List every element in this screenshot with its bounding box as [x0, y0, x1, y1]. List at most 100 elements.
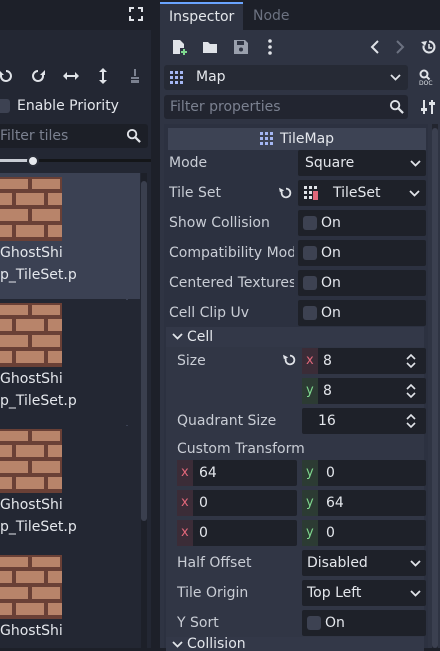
tab-inspector[interactable]: Inspector [160, 2, 244, 30]
tile-filter-input[interactable]: Filter tiles [0, 124, 148, 148]
inspector-scroll-thumb[interactable] [432, 128, 438, 648]
brush-clear-icon [131, 69, 139, 83]
chevron-right-icon [396, 40, 405, 54]
half-offset-dropdown[interactable]: Disabled [302, 550, 426, 576]
quadrant-size-field[interactable]: 16 [302, 408, 426, 434]
property-settings-button[interactable] [421, 99, 435, 115]
tile-thumbnail [0, 555, 62, 619]
tile-list-item-3[interactable]: GhostShi p_TileSet.p [0, 425, 140, 551]
sliders-icon [421, 100, 435, 114]
axis-label: x [181, 495, 189, 510]
transform-xx-field[interactable]: x 64 [177, 460, 297, 486]
tab-node[interactable]: Node [244, 2, 299, 30]
transform-xy-field[interactable]: y 0 [302, 460, 426, 486]
centered-textures-checkbox[interactable]: On [298, 270, 426, 296]
transform-value: 0 [326, 465, 335, 481]
load-resource-button[interactable] [202, 39, 218, 55]
tile-name-line2: p_TileSet.p [0, 393, 77, 409]
object-selector[interactable]: Map [164, 65, 408, 90]
transform-value: 64 [326, 495, 344, 511]
show-collision-checkbox[interactable]: On [298, 210, 426, 236]
tile-name-line2: p_TileSet.p [0, 519, 77, 535]
centered-textures-label: Centered Textures [169, 275, 294, 291]
tilemap-icon [170, 71, 184, 85]
flip-vertical-button[interactable] [91, 62, 115, 90]
filter-properties-input[interactable]: Filter properties [164, 95, 408, 119]
y-sort-checkbox[interactable]: On [302, 610, 426, 636]
flip-horizontal-button[interactable] [59, 62, 83, 90]
zoom-slider-grabber[interactable] [27, 155, 39, 167]
y-sort-value: On [325, 615, 345, 631]
save-resource-button[interactable] [233, 39, 249, 55]
tile-tools-row [0, 62, 151, 90]
zoom-slider[interactable] [0, 155, 151, 167]
revert-icon[interactable] [279, 186, 293, 200]
tileset-icon [304, 186, 318, 200]
tile-list-scrollbar[interactable] [141, 173, 147, 648]
size-x-field[interactable]: x 8 [302, 348, 426, 374]
y-sort-label: Y Sort [177, 615, 219, 631]
revert-icon[interactable] [283, 353, 297, 367]
new-resource-button[interactable] [171, 39, 187, 55]
object-history-button[interactable] [421, 39, 437, 55]
mode-dropdown[interactable]: Square [298, 150, 426, 176]
tile-list-scroll-thumb[interactable] [141, 181, 147, 521]
class-header: TileMap [168, 128, 426, 150]
tile-list-item-4[interactable]: GhostShi [0, 551, 140, 648]
list-separator [126, 299, 128, 300]
collision-section-title: Collision [187, 637, 246, 651]
size-y-value: 8 [323, 383, 332, 399]
more-options-button[interactable] [267, 39, 273, 55]
chevron-down-icon [172, 333, 183, 340]
half-offset-value: Disabled [307, 555, 368, 571]
checkbox-box [303, 246, 317, 260]
transform-oy-field[interactable]: y 0 [302, 520, 426, 546]
transform-yx-field[interactable]: x 0 [177, 490, 297, 516]
search-icon [126, 128, 141, 143]
cell-section-header[interactable]: Cell [166, 327, 424, 347]
fullscreen-icon[interactable] [128, 6, 144, 22]
quadrant-size-label: Quadrant Size [177, 413, 277, 429]
tile-filter-placeholder: Filter tiles [0, 128, 69, 144]
history-back-button[interactable] [370, 40, 380, 54]
transform-ox-field[interactable]: x 0 [177, 520, 297, 546]
tile-origin-dropdown[interactable]: Top Left [302, 580, 426, 606]
chevron-down-icon [410, 560, 421, 567]
rotate-left-icon [0, 70, 12, 82]
open-docs-button[interactable]: DOC [419, 68, 437, 86]
tilemap-icon [260, 132, 274, 146]
search-icon [389, 99, 404, 114]
cell-clip-uv-checkbox[interactable]: On [298, 300, 426, 326]
save-icon [234, 40, 248, 54]
inspector-scrollbar[interactable] [432, 124, 438, 648]
folder-icon [203, 42, 217, 53]
tileset-resource-picker[interactable]: TileSet [298, 180, 426, 206]
centered-textures-value: On [321, 275, 341, 291]
axis-label: y [306, 495, 314, 510]
collision-section-header[interactable]: Collision [166, 637, 424, 651]
cell-clip-uv-label: Cell Clip Uv [169, 305, 250, 321]
tileset-palette-panel: Enable Priority Filter tiles GhostShi p_… [0, 0, 151, 648]
compat-mode-checkbox[interactable]: On [298, 240, 426, 266]
enable-priority-toggle[interactable]: Enable Priority [0, 96, 151, 116]
checkbox-box [307, 616, 321, 630]
enable-priority-checkbox[interactable] [0, 99, 10, 113]
tile-origin-value: Top Left [307, 585, 362, 601]
size-y-field[interactable]: y 8 [302, 378, 426, 404]
class-header-label: TileMap [280, 131, 335, 147]
compat-mode-label: Compatibility Mod [169, 245, 294, 261]
chevron-down-icon [409, 190, 420, 197]
dock-tab-bar: Inspector Node [160, 0, 440, 30]
tile-name-line1: GhostShi [0, 245, 63, 261]
rotate-left-button[interactable] [0, 62, 18, 90]
tile-list-item-2[interactable]: GhostShi p_TileSet.p [0, 299, 140, 425]
tile-thumbnail [0, 429, 62, 493]
mode-label: Mode [169, 155, 208, 171]
transform-value: 0 [199, 495, 208, 511]
clear-transform-button[interactable] [123, 62, 147, 90]
tile-list-item-1[interactable]: GhostShi p_TileSet.p [0, 173, 140, 299]
checkbox-box [303, 216, 317, 230]
rotate-right-button[interactable] [26, 62, 50, 90]
history-forward-button[interactable] [395, 40, 405, 54]
transform-yy-field[interactable]: y 64 [302, 490, 426, 516]
